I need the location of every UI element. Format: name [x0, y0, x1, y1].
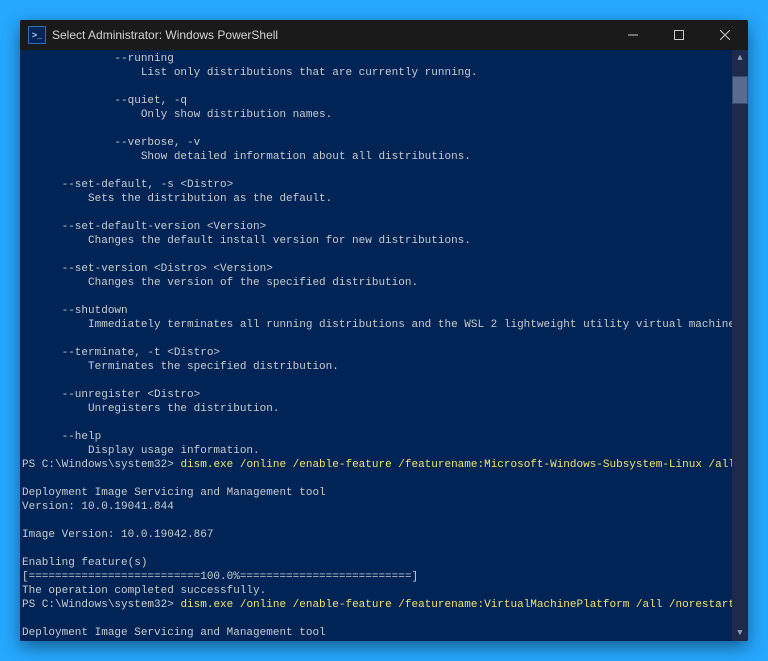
console-line: Changes the version of the specified dis… — [22, 276, 730, 290]
command-text: dism.exe /online /enable-feature /featur… — [180, 459, 748, 471]
console-line — [22, 416, 730, 430]
close-button[interactable] — [702, 20, 748, 50]
scroll-down-arrow[interactable]: ▼ — [732, 625, 748, 641]
titlebar[interactable]: >_ Select Administrator: Windows PowerSh… — [20, 20, 748, 50]
console-line: --running — [22, 52, 730, 66]
console-line: Only show distribution names. — [22, 108, 730, 122]
console-line: Terminates the specified distribution. — [22, 360, 730, 374]
console-line — [22, 472, 730, 486]
console-line: Version: 10.0.19041.844 — [22, 640, 730, 641]
console-line: --shutdown — [22, 304, 730, 318]
console-line — [22, 612, 730, 626]
powershell-icon: >_ — [28, 26, 46, 44]
console-line: [==========================100.0%=======… — [22, 570, 730, 584]
console-line: --unregister <Distro> — [22, 388, 730, 402]
console-line: Immediately terminates all running distr… — [22, 318, 730, 332]
powershell-window: >_ Select Administrator: Windows PowerSh… — [20, 20, 748, 641]
console-line — [22, 332, 730, 346]
minimize-button[interactable] — [610, 20, 656, 50]
console-line: --quiet, -q — [22, 94, 730, 108]
console-line — [22, 80, 730, 94]
prompt-text: PS C:\Windows\system32> — [22, 459, 180, 471]
console-line — [22, 248, 730, 262]
console-line — [22, 514, 730, 528]
console-line — [22, 206, 730, 220]
console-line: Deployment Image Servicing and Managemen… — [22, 626, 730, 640]
scrollbar-thumb[interactable] — [732, 76, 748, 104]
console-line: --set-default-version <Version> — [22, 220, 730, 234]
console-line: Display usage information. — [22, 444, 730, 458]
console-line: Image Version: 10.0.19042.867 — [22, 528, 730, 542]
console-prompt-line: PS C:\Windows\system32> dism.exe /online… — [22, 458, 730, 472]
console-line: The operation completed successfully. — [22, 584, 730, 598]
maximize-button[interactable] — [656, 20, 702, 50]
command-text: dism.exe /online /enable-feature /featur… — [180, 599, 735, 611]
window-title: Select Administrator: Windows PowerShell — [52, 28, 278, 42]
console-line — [22, 290, 730, 304]
prompt-text: PS C:\Windows\system32> — [22, 599, 180, 611]
console-area[interactable]: --running List only distributions that a… — [20, 50, 748, 641]
console-line — [22, 542, 730, 556]
console-line: Unregisters the distribution. — [22, 402, 730, 416]
console-line — [22, 374, 730, 388]
console-line: --terminate, -t <Distro> — [22, 346, 730, 360]
console-line: Show detailed information about all dist… — [22, 150, 730, 164]
scroll-up-arrow[interactable]: ▲ — [732, 50, 748, 66]
console-line: Version: 10.0.19041.844 — [22, 500, 730, 514]
console-line: --set-default, -s <Distro> — [22, 178, 730, 192]
console-prompt-line: PS C:\Windows\system32> dism.exe /online… — [22, 598, 730, 612]
console-line: --set-version <Distro> <Version> — [22, 262, 730, 276]
console-line — [22, 164, 730, 178]
console-line: --verbose, -v — [22, 136, 730, 150]
console-line: --help — [22, 430, 730, 444]
console-line: List only distributions that are current… — [22, 66, 730, 80]
console-line: Enabling feature(s) — [22, 556, 730, 570]
console-line: Deployment Image Servicing and Managemen… — [22, 486, 730, 500]
scrollbar-track[interactable]: ▲ ▼ — [732, 50, 748, 641]
console-line — [22, 122, 730, 136]
console-line: Changes the default install version for … — [22, 234, 730, 248]
console-line: Sets the distribution as the default. — [22, 192, 730, 206]
